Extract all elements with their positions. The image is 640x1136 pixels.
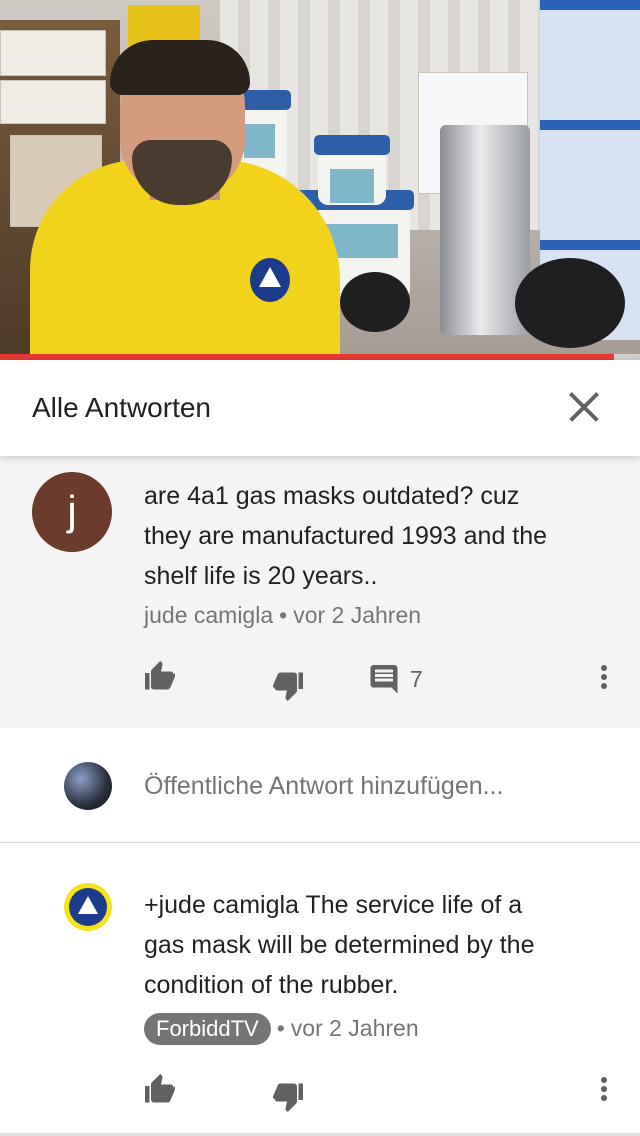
- thumb-up-icon[interactable]: [142, 1071, 178, 1107]
- comment-line: shelf life is 20 years..: [144, 562, 378, 590]
- thumb-up-icon[interactable]: [142, 658, 178, 694]
- avatar[interactable]: j: [32, 472, 112, 552]
- gas-mask: [340, 272, 410, 332]
- civil-defense-patch: [250, 258, 290, 302]
- gas-mask-bag: [515, 258, 625, 348]
- original-comment: j are 4a1 gas masks outdated? cuz they a…: [0, 456, 640, 728]
- more-vert-icon[interactable]: [589, 662, 619, 702]
- reply-composer[interactable]: Öffentliche Antwort hinzufügen...: [0, 728, 640, 843]
- comment-line: condition of the rubber.: [144, 971, 399, 999]
- thumb-down-icon[interactable]: [270, 1079, 306, 1115]
- close-icon[interactable]: [562, 385, 606, 429]
- reply-input[interactable]: Öffentliche Antwort hinzufügen...: [144, 772, 504, 801]
- comment-meta: ForbiddTV • vor 2 Jahren: [144, 1013, 419, 1045]
- more-vert-icon[interactable]: [589, 1074, 619, 1114]
- channel-badge[interactable]: ForbiddTV: [144, 1013, 271, 1045]
- comment-text: +jude camigla The service life of a gas …: [144, 885, 604, 1005]
- comment-time: vor 2 Jahren: [293, 602, 422, 628]
- comment-text: are 4a1 gas masks outdated? cuz they are…: [144, 476, 604, 596]
- reply-count[interactable]: 7: [410, 666, 423, 693]
- video-player[interactable]: [0, 0, 640, 360]
- comment-line: gas mask will be determined by the: [144, 931, 535, 959]
- comment-icon[interactable]: [366, 662, 402, 698]
- comment-line: they are manufactured 1993 and the: [144, 522, 548, 550]
- comment-time: vor 2 Jahren: [290, 1015, 419, 1041]
- avatar: [64, 762, 112, 810]
- page-title: Alle Antworten: [32, 392, 211, 423]
- thumb-down-icon[interactable]: [270, 668, 306, 704]
- replies-header: Alle Antworten: [0, 360, 640, 456]
- comment-line: +jude camigla The service life of a: [144, 891, 523, 919]
- reply-comment: +jude camigla The service life of a gas …: [0, 843, 640, 1136]
- comment-meta: jude camigla • vor 2 Jahren: [144, 602, 422, 628]
- comment-author[interactable]: jude camigla: [144, 602, 273, 628]
- avatar[interactable]: [64, 883, 112, 931]
- comment-line: are 4a1 gas masks outdated? cuz: [144, 482, 520, 510]
